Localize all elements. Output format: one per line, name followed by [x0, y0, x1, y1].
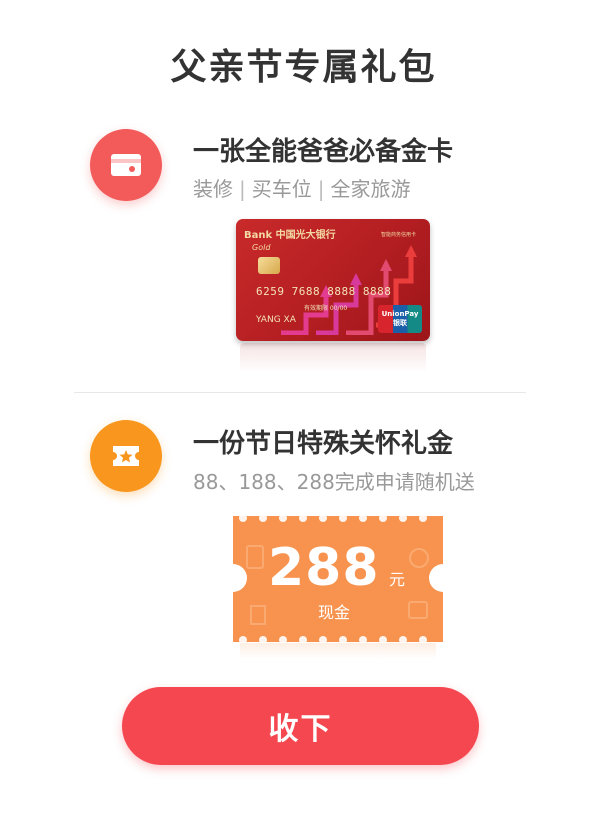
- ticket-unit: 元: [389, 570, 406, 589]
- coupon-star-icon: [90, 420, 162, 492]
- ticket-label: 现金: [318, 603, 351, 622]
- card-number: 6259 7688 8888 8888: [256, 285, 392, 298]
- gold-card-title: 一张全能爸爸必备金卡: [193, 137, 454, 167]
- benefit-travel: 全家旅游: [330, 177, 411, 201]
- card-gold-label: Gold: [252, 243, 271, 252]
- ticket-reflection: [240, 643, 436, 659]
- page-title: 父亲节专属礼包: [170, 47, 437, 88]
- separator: |: [317, 177, 325, 201]
- unionpay-logo: UnionPay 银联: [378, 305, 422, 333]
- card-chip: [258, 257, 280, 274]
- card-valid: 有效期限 00/00: [304, 305, 348, 312]
- card-reflection: [240, 343, 426, 373]
- benefit-parking: 买车位: [251, 177, 312, 201]
- divider: [74, 392, 526, 393]
- separator: |: [239, 177, 246, 201]
- credit-card-icon: [90, 129, 162, 201]
- accept-button[interactable]: 收下: [122, 687, 479, 765]
- ticket-amount: 288: [268, 538, 380, 598]
- gold-card-benefits: 装修 | 买车位 | 全家旅游: [193, 173, 411, 202]
- bank-card-image: Bank 中国光大银行 Gold 智能商务信用卡 6259 7688 8888 …: [236, 219, 430, 341]
- bank-brand: Bank 中国光大银行: [244, 230, 336, 241]
- benefit-renovation: 装修: [193, 177, 233, 201]
- card-tag: 智能商务信用卡: [380, 232, 416, 238]
- card-holder: YANG XA: [256, 315, 296, 325]
- gift-money-desc: 88、188、288完成申请随机送: [193, 470, 475, 494]
- gift-money-title: 一份节日特殊关怀礼金: [193, 429, 454, 459]
